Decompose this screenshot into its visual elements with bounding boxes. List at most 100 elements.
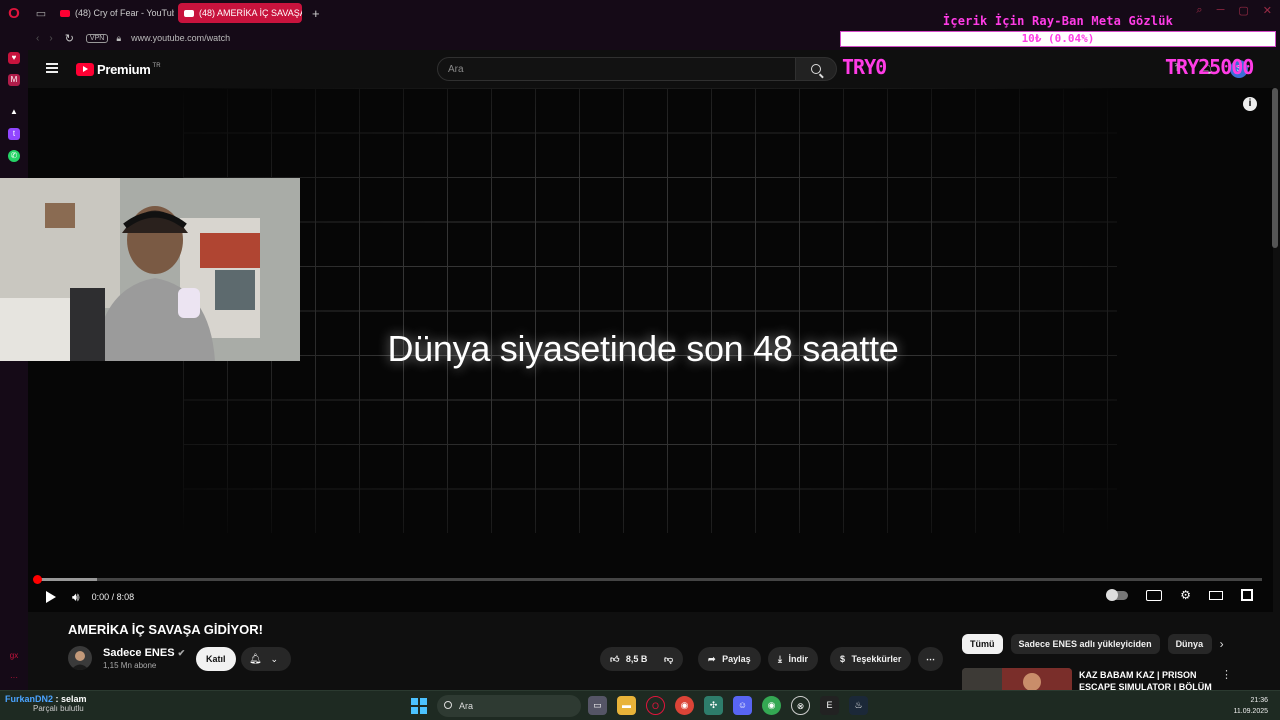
tab-switcher-icon[interactable]: ▭ — [28, 7, 54, 20]
steam-icon[interactable]: ♨ — [849, 696, 868, 715]
twitch-icon[interactable]: t — [8, 128, 20, 140]
tab-label: (48) Cry of Fear - YouTub — [75, 8, 174, 18]
system-clock[interactable]: 21:36 11.09.2025 — [1233, 695, 1268, 717]
search-button[interactable] — [795, 57, 837, 81]
subscriber-count: 1,15 Mn abone — [103, 661, 157, 670]
search-icon — [444, 701, 452, 709]
youtube-favicon-icon — [184, 9, 194, 17]
video-title: AMERİKA İÇ SAVAŞA GİDİYOR! — [68, 622, 264, 637]
share-icon: ➦ — [708, 654, 716, 664]
chrome-icon[interactable]: ◉ — [675, 696, 694, 715]
autoplay-toggle[interactable] — [1106, 588, 1129, 601]
messenger-icon[interactable]: M — [8, 74, 20, 86]
thanks-icon: $ — [840, 654, 846, 664]
more-icon[interactable]: ··· — [8, 672, 20, 684]
download-button[interactable]: ⤓ İndir — [768, 647, 818, 671]
heart-icon[interactable]: ♥ — [8, 52, 20, 64]
goal-end-label: TRY25000 — [1165, 55, 1254, 79]
opera-gx-icon[interactable]: O — [646, 696, 665, 715]
country-code: TR — [152, 62, 161, 69]
donation-title: İçerik İçin Ray-Ban Meta Gözlük — [942, 14, 1174, 28]
new-tab-button[interactable]: + — [306, 6, 326, 21]
youtube-logo[interactable]: Premium TR — [76, 62, 161, 77]
youtube-play-icon — [76, 63, 94, 76]
back-icon[interactable]: ‹ — [36, 33, 39, 44]
aria-icon[interactable]: ▲ — [8, 106, 20, 118]
channel-avatar-image — [71, 651, 89, 670]
thanks-button[interactable]: $ Teşekkürler — [830, 647, 912, 671]
menu-icon[interactable] — [46, 63, 58, 73]
chat-message: : selam — [55, 694, 87, 704]
notification-bell-button[interactable]: 🔔︎ ⌄ — [241, 647, 291, 671]
youtube-favicon-icon — [60, 9, 70, 17]
taskbar-search-label: Ara — [459, 701, 474, 711]
forward-icon[interactable]: › — [49, 33, 52, 44]
lock-icon[interactable]: 🔒︎ — [116, 33, 121, 44]
chat-username: FurkanDN2 — [5, 694, 54, 704]
settings-gear-icon[interactable]: ⚙ — [1180, 588, 1191, 602]
verified-icon: ✔ — [177, 648, 186, 658]
fullscreen-icon[interactable] — [1241, 589, 1253, 601]
kebab-menu-icon[interactable]: ⋮ — [1221, 668, 1232, 681]
nav-buttons: ‹ › — [36, 33, 53, 44]
chip-channel[interactable]: Sadece ENES adlı yükleyiciden — [1010, 634, 1160, 654]
epic-games-icon[interactable]: E — [820, 696, 839, 715]
chevron-down-icon: ⌄ — [270, 654, 279, 664]
tab-cry-of-fear[interactable]: (48) Cry of Fear - YouTub — [54, 3, 174, 23]
webcam-overlay — [0, 178, 300, 361]
recommended-thumbnail[interactable] — [962, 668, 1072, 690]
share-label: Paylaş — [722, 654, 751, 664]
play-icon[interactable] — [46, 591, 56, 603]
more-actions-button[interactable]: ⋯ — [918, 647, 943, 671]
vpn-badge[interactable]: VPN — [85, 33, 109, 43]
chat-overlay: FurkanDN2 : selam Parçalı bulutlu — [5, 694, 87, 714]
volume-icon[interactable]: 🔊︎ — [72, 590, 80, 605]
chrome-profile-icon[interactable]: ◉ — [762, 696, 781, 715]
video-vignette — [183, 88, 1117, 533]
taskbar-search[interactable]: Ara — [437, 695, 581, 717]
donation-goal-overlay: İçerik İçin Ray-Ban Meta Gözlük 10₺ (0.0… — [840, 14, 1276, 47]
chevron-right-icon[interactable]: › — [1220, 637, 1224, 651]
chip-all[interactable]: Tümü — [962, 634, 1003, 654]
chip-world[interactable]: Dünya — [1167, 634, 1212, 654]
screen: O ▭ (48) Cry of Fear - YouTub (48) AMERİ… — [0, 0, 1280, 720]
opera-logo-icon[interactable]: O — [0, 5, 28, 22]
whatsapp-icon[interactable]: ✆ — [8, 150, 20, 162]
xbox-icon[interactable]: ⊗ — [791, 696, 810, 715]
channel-avatar[interactable] — [68, 646, 92, 670]
progress-bar[interactable] — [33, 575, 1262, 584]
info-icon[interactable]: i — [1243, 97, 1257, 111]
player-controls: 🔊︎ 0:00 / 8:08 ⚙ — [28, 586, 1273, 608]
network-app-icon[interactable]: ✣ — [704, 696, 723, 715]
share-button[interactable]: ➦ Paylaş — [698, 647, 761, 671]
join-button[interactable]: Katıl — [196, 647, 236, 671]
task-view-icon[interactable]: ▭ — [588, 696, 607, 715]
donation-progress: 10₺ (0.04%) — [840, 31, 1276, 47]
windows-start-icon[interactable] — [411, 698, 427, 714]
scrubber-handle[interactable] — [33, 575, 42, 584]
dislike-icon[interactable]: 👎︎ — [664, 654, 673, 664]
gx-icon[interactable]: gx — [8, 650, 20, 662]
brand-label: Premium — [97, 62, 151, 77]
buffered-bar — [36, 578, 98, 581]
tab-amerika[interactable]: (48) AMERİKA İÇ SAVAŞA — [178, 3, 302, 23]
url-field[interactable]: www.youtube.com/watch — [131, 33, 230, 43]
theater-mode-icon[interactable] — [1209, 590, 1223, 600]
clock-time: 21:36 — [1250, 697, 1268, 704]
clock-date: 11.09.2025 — [1233, 708, 1268, 715]
webcam-image — [0, 178, 300, 361]
like-count: 8,5 B — [625, 654, 648, 664]
page-scrollbar[interactable] — [1272, 88, 1278, 248]
channel-name[interactable]: Sadece ENES ✔ — [103, 647, 185, 659]
like-button[interactable]: 👍︎ 8,5 B 👎︎ — [600, 647, 684, 671]
youtube-header: Premium TR Ara ⤒ 🔔︎ S — [28, 50, 1280, 88]
timecode: 0:00 / 8:08 — [91, 592, 135, 602]
taskbar-apps: ▭ ▬ O ◉ ✣ ☺ ◉ ⊗ E ♨ — [588, 696, 868, 715]
discord-icon[interactable]: ☺ — [733, 696, 752, 715]
download-icon: ⤓ — [778, 654, 782, 664]
reload-icon[interactable]: ↻ — [65, 32, 74, 45]
subtitles-icon[interactable] — [1146, 589, 1163, 601]
file-explorer-icon[interactable]: ▬ — [617, 696, 636, 715]
bell-icon: 🔔︎ — [249, 654, 262, 665]
search-input[interactable]: Ara — [437, 57, 797, 81]
